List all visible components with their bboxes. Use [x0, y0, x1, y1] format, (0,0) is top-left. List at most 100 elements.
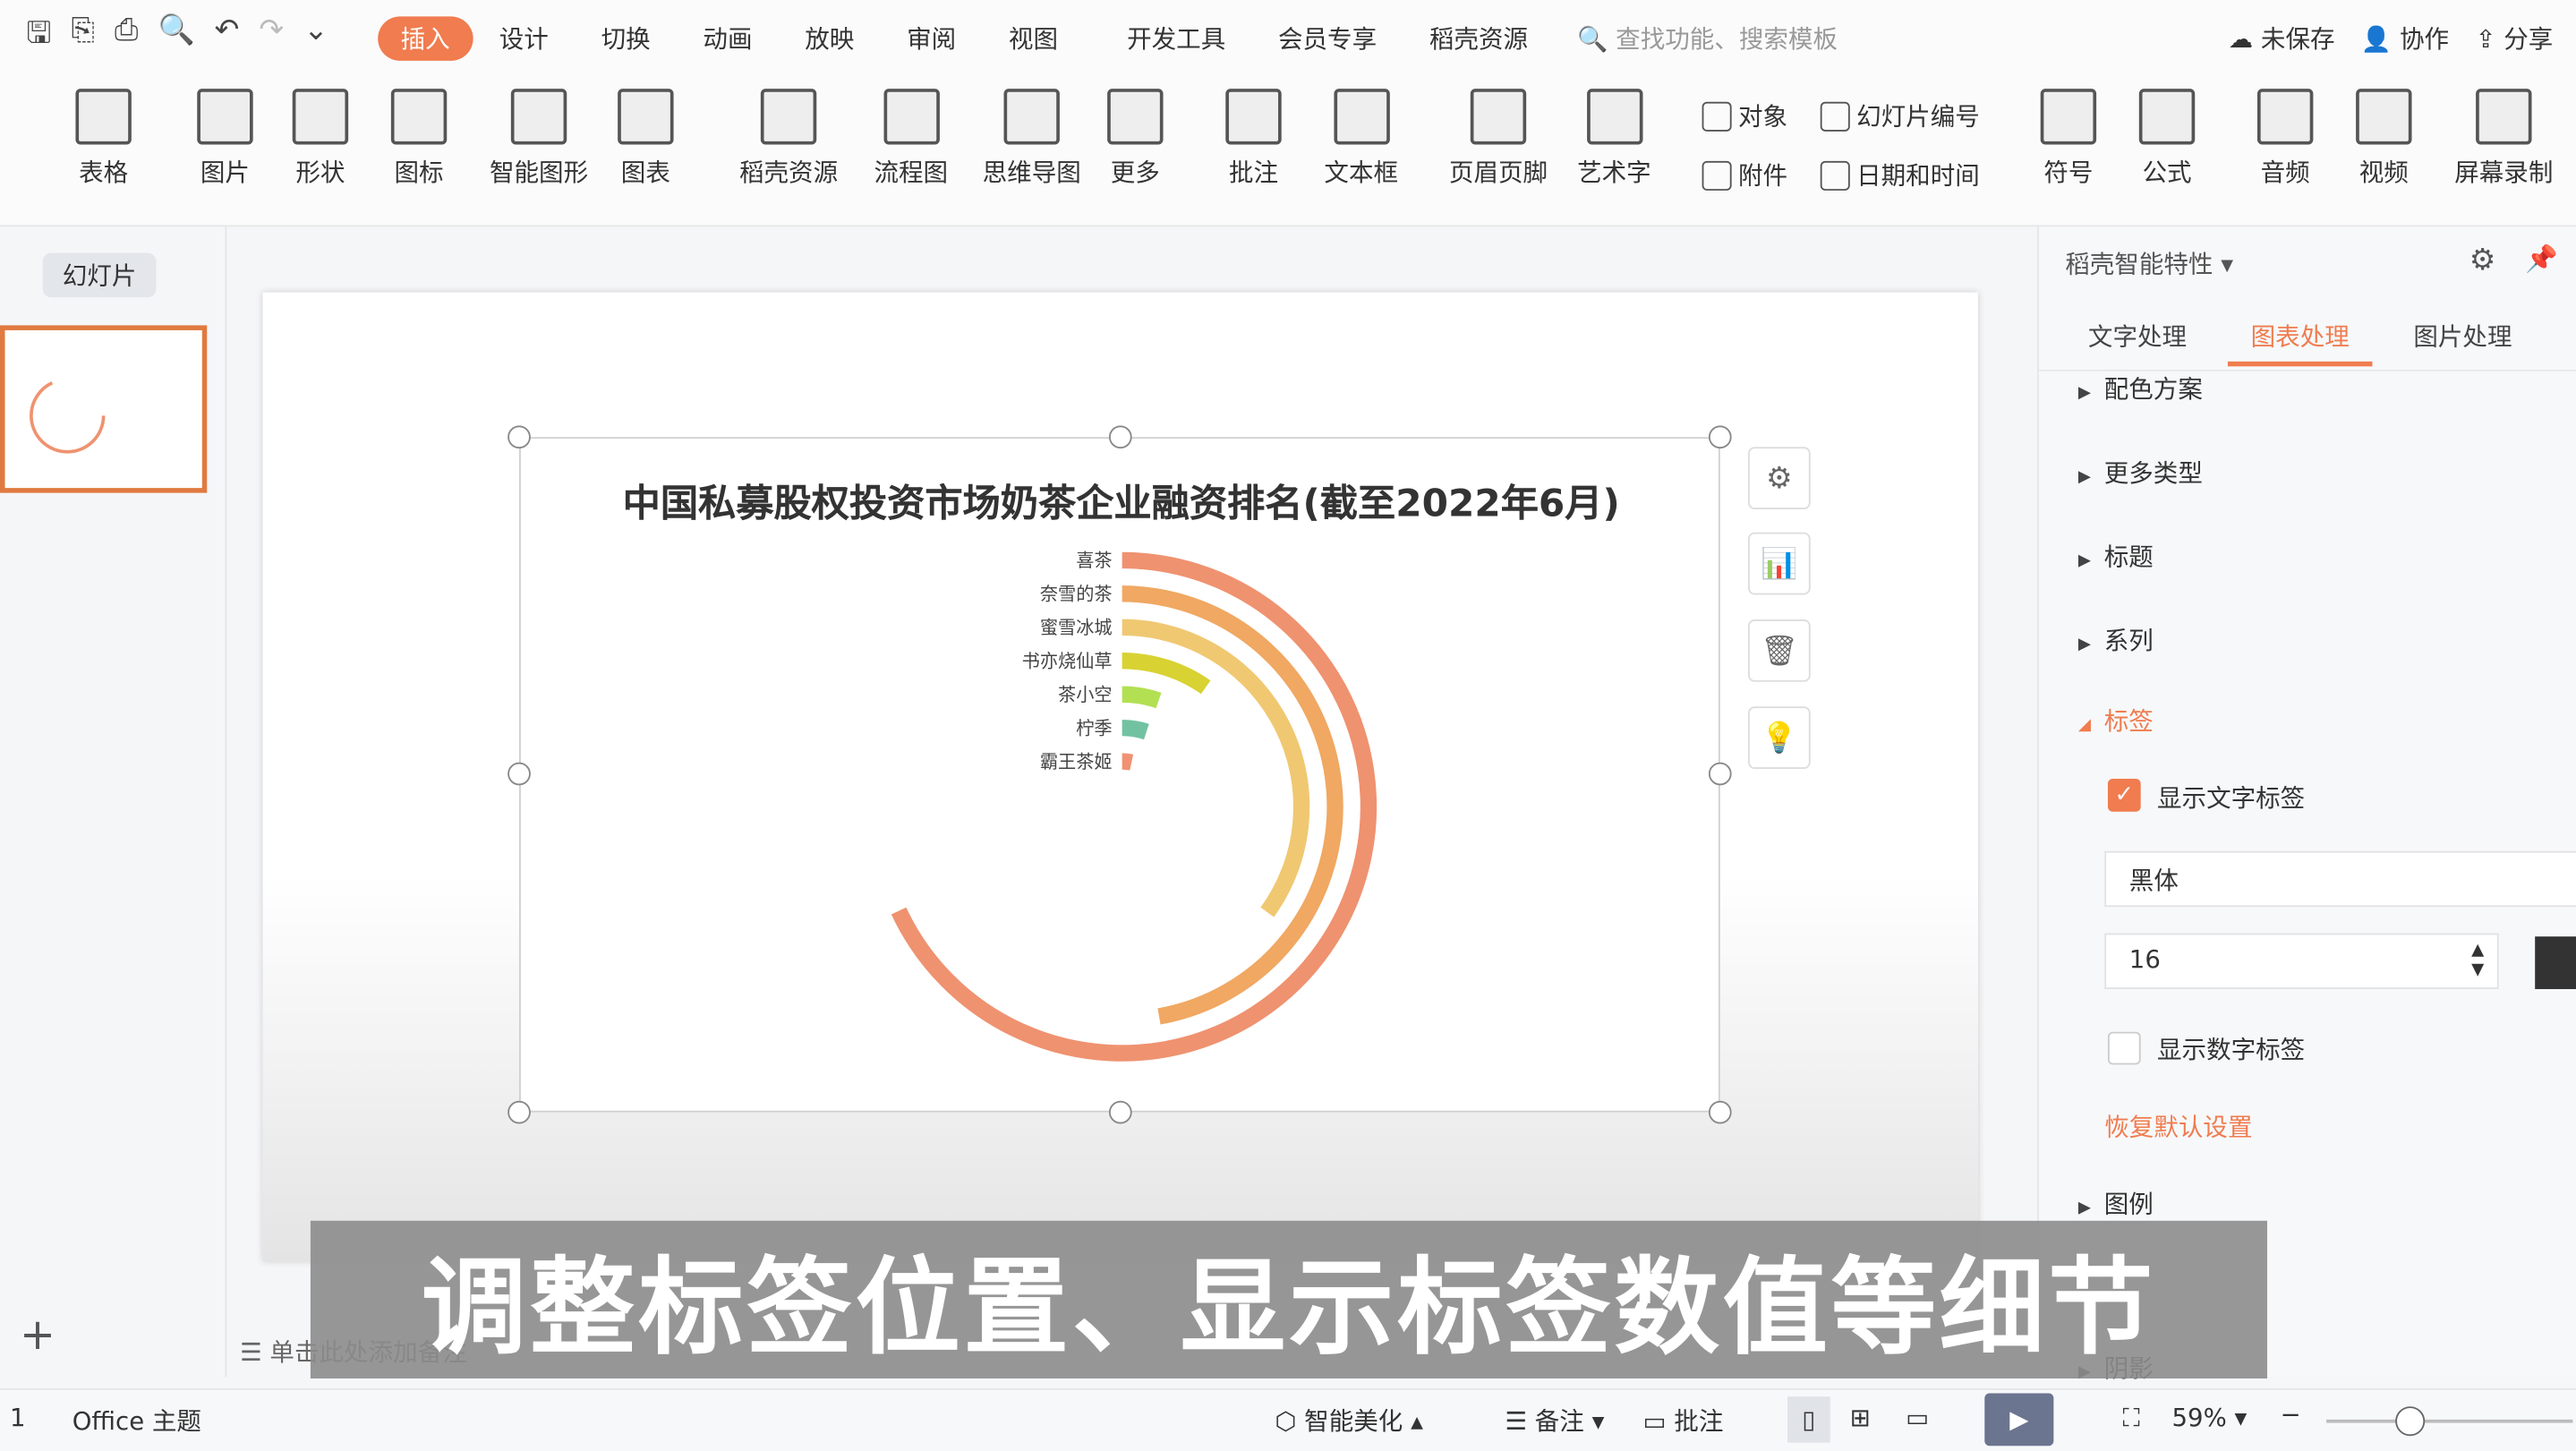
- bar-5[interactable]: [1122, 719, 1149, 740]
- search-input[interactable]: 🔍 查找功能、搜索模板: [1577, 21, 1838, 55]
- panel-section-2[interactable]: ▶ 标题: [2078, 539, 2154, 574]
- section-labels[interactable]: ◢ 标签: [2078, 704, 2154, 738]
- ribbon-button-0[interactable]: 表格: [75, 89, 132, 189]
- bar-3[interactable]: [1122, 653, 1211, 695]
- tab-slides[interactable]: 幻灯片: [42, 252, 157, 298]
- trash-icon: 🗑: [1760, 633, 1798, 669]
- ribbon-button-4[interactable]: 智能图形: [490, 89, 588, 189]
- notes-button[interactable]: ☰ 备注 ▾: [1505, 1404, 1604, 1438]
- reading-view-icon[interactable]: ▭: [1906, 1404, 1929, 1433]
- tab-2[interactable]: 切换: [575, 15, 677, 60]
- zoom-out-button[interactable]: −: [2281, 1400, 2301, 1430]
- resize-handle[interactable]: [1108, 425, 1132, 449]
- resize-handle[interactable]: [508, 425, 531, 449]
- tab-5[interactable]: 审阅: [881, 15, 983, 60]
- resize-handle[interactable]: [1708, 425, 1732, 449]
- panel-tab-1[interactable]: 图表处理: [2227, 319, 2373, 367]
- tab-6[interactable]: 视图: [983, 15, 1085, 60]
- stepper-arrows-icon[interactable]: ▲ ▼: [2471, 942, 2484, 981]
- show-text-label-checkbox[interactable]: ✓: [2107, 779, 2141, 812]
- font-color-swatch[interactable]: [2535, 936, 2576, 989]
- preview-icon[interactable]: 🔍: [158, 13, 194, 63]
- play-button[interactable]: ▶: [1984, 1393, 2054, 1447]
- normal-view-icon[interactable]: ▯: [1787, 1396, 1830, 1443]
- undo-icon[interactable]: ↶: [215, 13, 240, 63]
- panel-tab-2[interactable]: 图片处理: [2413, 319, 2512, 363]
- ribbon-button-2[interactable]: 形状: [292, 89, 349, 189]
- add-slide-button[interactable]: +: [20, 1311, 55, 1361]
- tab-7[interactable]: 开发工具: [1101, 15, 1252, 60]
- ribbon-button-media-1[interactable]: 公式: [2138, 89, 2196, 189]
- print-icon[interactable]: ⎙: [115, 13, 138, 63]
- ribbon-button-media-2[interactable]: 音频: [2256, 89, 2314, 189]
- ribbon-button-media-3[interactable]: 视频: [2356, 89, 2412, 189]
- ribbon-button-5[interactable]: 图表: [618, 89, 674, 189]
- reset-link[interactable]: 恢复默认设置: [2104, 1109, 2252, 1144]
- customize-icon[interactable]: ⌄: [303, 13, 328, 63]
- ribbon-label: 日期和时间: [1856, 160, 1980, 191]
- chart-data-button[interactable]: 📊: [1747, 532, 1811, 595]
- resize-handle[interactable]: [508, 762, 531, 786]
- tab-9[interactable]: 稻壳资源: [1403, 15, 1555, 60]
- beautify-button[interactable]: ⬡ 智能美化 ▴: [1275, 1404, 1423, 1438]
- pin-icon[interactable]: 📌: [2525, 243, 2558, 275]
- ribbon-small-button-0[interactable]: 对象: [1702, 98, 1787, 133]
- resize-handle[interactable]: [1108, 1100, 1132, 1124]
- resize-handle[interactable]: [1708, 1100, 1732, 1124]
- ribbon-button-1[interactable]: 图片: [197, 89, 253, 189]
- bar-6[interactable]: [1122, 753, 1134, 771]
- grid-view-icon[interactable]: ⊞: [1850, 1404, 1871, 1433]
- share-button[interactable]: ⇪ 分享: [2475, 21, 2553, 55]
- panel-section-1[interactable]: ▶ 更多类型: [2078, 455, 2203, 490]
- ribbon-button-13[interactable]: 艺术字: [1577, 89, 1651, 189]
- panel-section-0[interactable]: ▶ 配色方案: [2078, 371, 2203, 406]
- tab-8[interactable]: 会员专享: [1252, 15, 1403, 60]
- tab-4[interactable]: 放映: [779, 15, 881, 60]
- comment-label: 批注: [1674, 1406, 1724, 1437]
- ribbon-button-media-4[interactable]: 屏幕录制: [2454, 89, 2553, 189]
- zoom-slider[interactable]: [2326, 1419, 2573, 1423]
- ribbon-button-11[interactable]: 文本框: [1324, 89, 1398, 189]
- ribbon-button-media-0[interactable]: 符号: [2040, 89, 2097, 189]
- font-select[interactable]: 黑体: [2104, 850, 2576, 908]
- tab-0[interactable]: 插入: [377, 15, 473, 60]
- chart-settings-button[interactable]: ⚙: [1747, 447, 1811, 510]
- zoom-slider-handle[interactable]: [2395, 1406, 2426, 1437]
- panel-section-3[interactable]: ▶ 系列: [2078, 623, 2154, 658]
- zoom-select[interactable]: 59% ▾: [2172, 1404, 2248, 1433]
- redo-icon[interactable]: ↷: [259, 13, 284, 63]
- ribbon-button-3[interactable]: 图标: [390, 89, 448, 189]
- smart-button[interactable]: 💡: [1747, 706, 1811, 770]
- tab-3[interactable]: 动画: [677, 15, 779, 60]
- section-legend[interactable]: ▶ 图例: [2078, 1186, 2154, 1221]
- collab-button[interactable]: 👤 协作: [2361, 21, 2449, 55]
- ribbon-small-button-1[interactable]: 幻灯片编号: [1820, 98, 1980, 133]
- unsaved-button[interactable]: ☁ 未保存: [2229, 21, 2335, 55]
- bar-4[interactable]: [1122, 686, 1162, 709]
- panel-title[interactable]: 稻壳智能特性 ▾: [2065, 246, 2233, 281]
- ribbon-small-button-3[interactable]: 日期和时间: [1820, 158, 1980, 192]
- ribbon-label: 公式: [2142, 158, 2192, 188]
- panel-tab-0[interactable]: 文字处理: [2088, 319, 2187, 363]
- fit-icon[interactable]: ⛶: [2122, 1404, 2139, 1433]
- delete-button[interactable]: 🗑: [1747, 619, 1811, 682]
- ribbon-icon: [1586, 89, 1642, 145]
- font-size-stepper[interactable]: 16 ▲ ▼: [2104, 933, 2499, 989]
- gear-icon[interactable]: ⚙: [2469, 243, 2496, 278]
- ribbon-small-button-2[interactable]: 附件: [1702, 158, 1787, 192]
- chart[interactable]: 中国私募股权投资市场奶茶企业融资排名(截至2022年6月) 喜茶 奈雪的茶 蜜雪冰城…: [519, 437, 1720, 1113]
- show-number-label-checkbox[interactable]: [2107, 1031, 2141, 1065]
- ribbon-button-7[interactable]: 流程图: [874, 89, 948, 189]
- ribbon-button-10[interactable]: 批注: [1225, 89, 1282, 189]
- ribbon-button-8[interactable]: 思维导图: [983, 89, 1081, 189]
- ribbon-button-9[interactable]: 更多: [1107, 89, 1164, 189]
- export-icon[interactable]: ⎘: [72, 13, 95, 63]
- comment-button[interactable]: ▭ 批注: [1643, 1404, 1724, 1438]
- save-icon[interactable]: 🖫: [26, 13, 51, 63]
- ribbon-button-6[interactable]: 稻壳资源: [739, 89, 838, 189]
- resize-handle[interactable]: [1708, 762, 1732, 786]
- resize-handle[interactable]: [508, 1100, 531, 1124]
- slide-thumbnail[interactable]: [0, 325, 208, 493]
- ribbon-button-12[interactable]: 页眉页脚: [1449, 89, 1548, 189]
- tab-1[interactable]: 设计: [473, 15, 575, 60]
